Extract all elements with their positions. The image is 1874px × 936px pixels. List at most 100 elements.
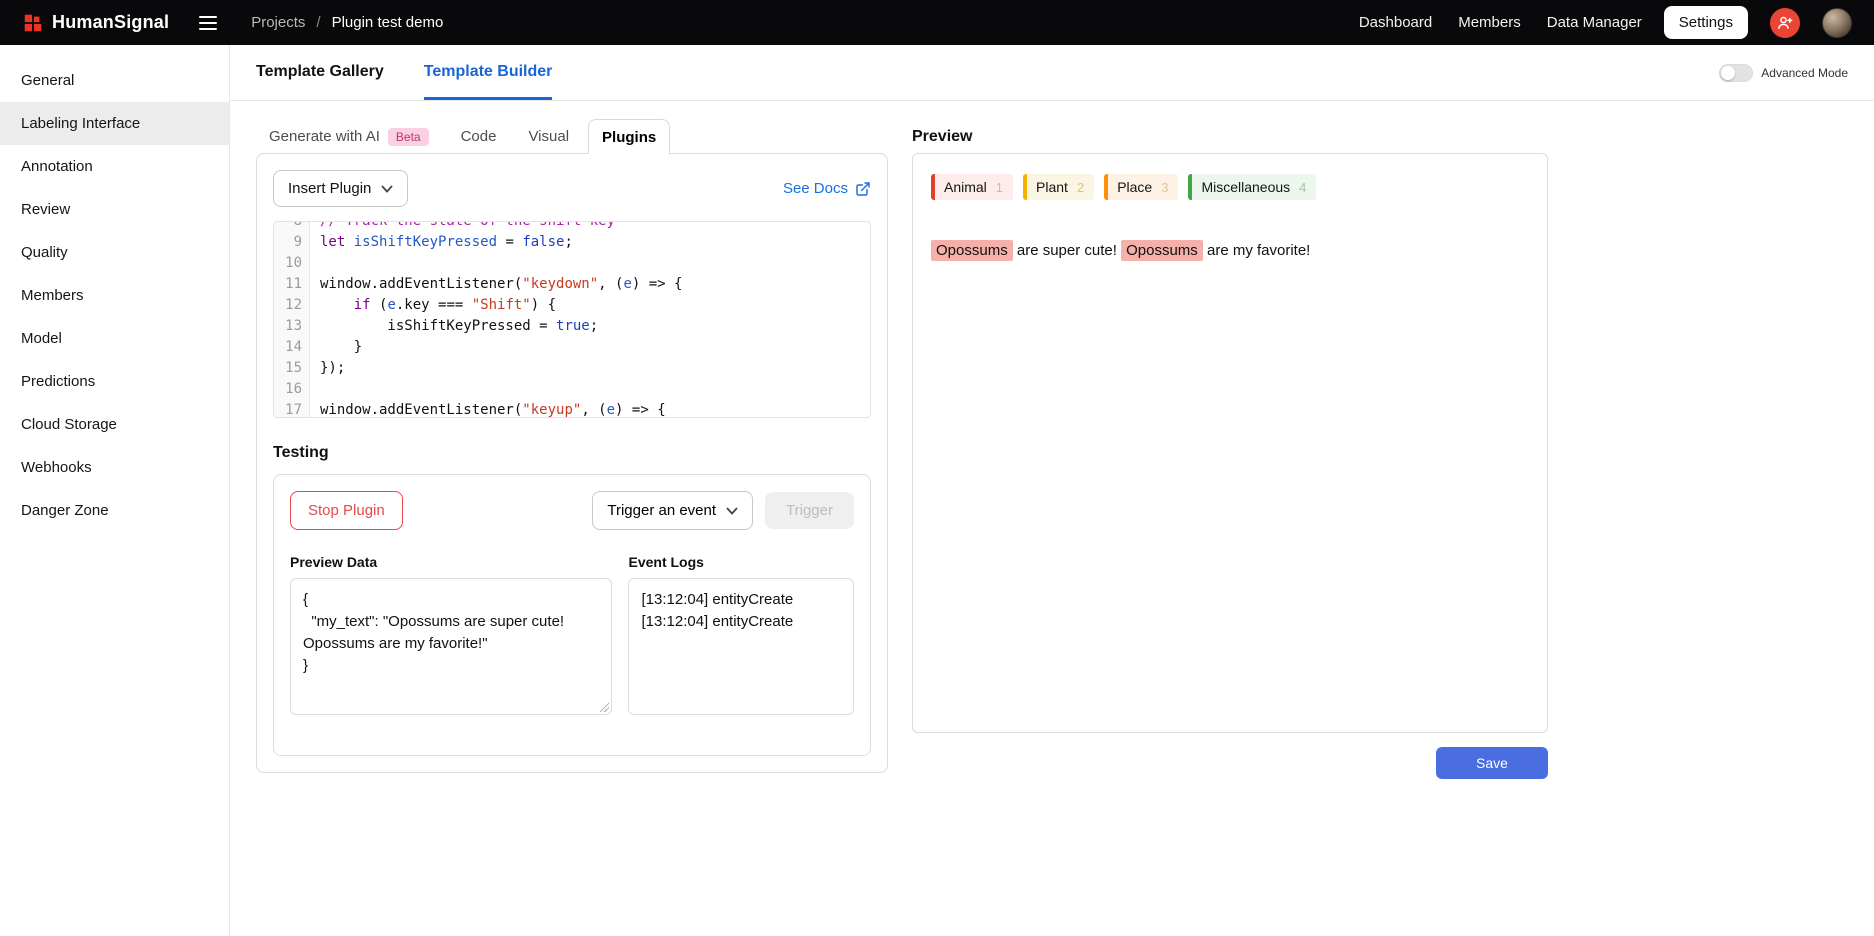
code-line: // Track the state of the shift key — [320, 221, 870, 232]
menu-icon[interactable] — [195, 12, 221, 34]
label-chip-count: 3 — [1161, 180, 1168, 195]
subtab-label: Generate with AI — [269, 128, 380, 145]
sidebar-item-webhooks[interactable]: Webhooks — [0, 446, 229, 489]
testing-title: Testing — [273, 444, 871, 462]
label-chip-plant[interactable]: Plant2 — [1023, 174, 1094, 200]
event-log-entry: [13:12:04] entityCreate — [641, 611, 841, 633]
advanced-mode-toggle[interactable] — [1719, 64, 1753, 82]
sidebar-item-predictions[interactable]: Predictions — [0, 360, 229, 403]
sidebar-item-cloud-storage[interactable]: Cloud Storage — [0, 403, 229, 446]
event-logs-title: Event Logs — [628, 554, 854, 570]
brand[interactable]: HumanSignal — [22, 12, 169, 34]
event-log-entry: [13:12:04] entityCreate — [641, 589, 841, 611]
subtab-code[interactable]: Code — [448, 119, 510, 154]
toggle-knob — [1721, 66, 1735, 80]
page-layout: GeneralLabeling InterfaceAnnotationRevie… — [0, 45, 1874, 936]
plugin-editor-card: Insert Plugin See Docs — [256, 153, 888, 773]
editor-line-number: 9 — [274, 232, 302, 253]
testing-controls: Stop Plugin Trigger an event Trigger — [290, 491, 854, 530]
trigger-button[interactable]: Trigger — [765, 492, 854, 529]
subtabs: Generate with AI Beta Code Visual Plugins — [256, 119, 888, 154]
preview-data-panel: Preview Data { "my_text": "Opossums are … — [290, 554, 612, 715]
subtab-generate-with-ai[interactable]: Generate with AI Beta — [256, 119, 442, 154]
label-chips: Animal1 Plant2 Place 3 Miscellaneous4 — [931, 174, 1529, 200]
event-logs-panel: Event Logs [13:12:04] entityCreate[13:12… — [628, 554, 854, 715]
insert-plugin-button[interactable]: Insert Plugin — [273, 170, 408, 207]
advanced-mode: Advanced Mode — [1719, 45, 1848, 100]
breadcrumb-projects[interactable]: Projects — [251, 14, 305, 31]
preview-column: Preview Animal1 Plant2 Place 3 Miscellaneous… — [912, 119, 1548, 779]
preview-data-title: Preview Data — [290, 554, 612, 570]
external-link-icon — [855, 181, 871, 197]
label-chip-count: 4 — [1299, 180, 1306, 195]
subtab-plugins[interactable]: Plugins — [588, 119, 670, 154]
label-chip-miscellaneous[interactable]: Miscellaneous4 — [1188, 174, 1316, 200]
code-line: isShiftKeyPressed = true; — [320, 316, 870, 337]
chevron-down-icon — [381, 185, 393, 193]
tab-template-builder[interactable]: Template Builder — [424, 45, 553, 100]
trigger-event-value: Trigger an event — [607, 502, 716, 519]
nav-members[interactable]: Members — [1458, 14, 1521, 31]
sidebar-item-model[interactable]: Model — [0, 317, 229, 360]
editor-inner: 891011121314151617 // Track the state of… — [274, 221, 870, 418]
save-button[interactable]: Save — [1436, 747, 1548, 779]
builder-column: Generate with AI Beta Code Visual Plugins In… — [256, 119, 888, 779]
sidebar-item-annotation[interactable]: Annotation — [0, 145, 229, 188]
code-line: window.addEventListener("keydown", (e) =… — [320, 274, 870, 295]
tab-template-gallery[interactable]: Template Gallery — [256, 45, 384, 100]
user-avatar[interactable] — [1822, 8, 1852, 38]
preview-data-box[interactable]: { "my_text": "Opossums are super cute! O… — [290, 578, 612, 715]
subtab-label: Code — [461, 128, 497, 145]
beta-badge: Beta — [388, 128, 429, 146]
nav-data-manager[interactable]: Data Manager — [1547, 14, 1642, 31]
humansignal-logo-icon — [22, 12, 44, 34]
label-chip-place[interactable]: Place 3 — [1104, 174, 1178, 200]
editor-toolbar: Insert Plugin See Docs — [273, 170, 871, 207]
subtab-label: Visual — [528, 128, 569, 145]
trigger-event-select[interactable]: Trigger an event — [592, 491, 753, 530]
stop-plugin-button[interactable]: Stop Plugin — [290, 491, 403, 530]
editor-line-number: 8 — [274, 221, 302, 232]
preview-text: Opossums are super cute! Opossums are my… — [931, 238, 1529, 264]
sidebar-item-general[interactable]: General — [0, 59, 229, 102]
sidebar: GeneralLabeling InterfaceAnnotationRevie… — [0, 45, 230, 936]
code-line: }); — [320, 358, 870, 379]
code-editor[interactable]: 891011121314151617 // Track the state of… — [273, 221, 871, 418]
preview-title: Preview — [912, 119, 1548, 154]
sidebar-item-danger-zone[interactable]: Danger Zone — [0, 489, 229, 532]
person-add-icon — [1776, 14, 1794, 32]
settings-button[interactable]: Settings — [1664, 6, 1748, 39]
editor-line-number: 13 — [274, 316, 302, 337]
label-chip-count: 2 — [1077, 180, 1084, 195]
subtab-visual[interactable]: Visual — [515, 119, 582, 154]
editor-line-number: 12 — [274, 295, 302, 316]
label-chip-count: 1 — [996, 180, 1003, 195]
label-chip-animal[interactable]: Animal1 — [931, 174, 1013, 200]
resize-handle[interactable] — [598, 701, 609, 712]
content-row: Generate with AI Beta Code Visual Plugins In… — [230, 101, 1874, 779]
nav-dashboard[interactable]: Dashboard — [1359, 14, 1432, 31]
invite-user-button[interactable] — [1770, 8, 1800, 38]
top-nav: Dashboard Members Data Manager — [1359, 14, 1642, 31]
main-content: Template Gallery Template Builder Advance… — [230, 45, 1874, 936]
code-line: if (e.key === "Shift") { — [320, 295, 870, 316]
sidebar-item-members[interactable]: Members — [0, 274, 229, 317]
editor-line-number: 16 — [274, 379, 302, 400]
topbar: HumanSignal Projects / Plugin test demo … — [0, 0, 1874, 45]
sidebar-item-quality[interactable]: Quality — [0, 231, 229, 274]
sidebar-item-labeling-interface[interactable]: Labeling Interface — [0, 102, 229, 145]
highlighted-span[interactable]: Opossums — [1121, 240, 1203, 261]
code-line: window.addEventListener("keyup", (e) => … — [320, 400, 870, 418]
editor-gutter: 891011121314151617 — [274, 221, 310, 418]
chevron-down-icon — [726, 507, 738, 515]
advanced-mode-label: Advanced Mode — [1761, 66, 1848, 80]
testing-panels: Preview Data { "my_text": "Opossums are … — [290, 554, 854, 715]
see-docs-link[interactable]: See Docs — [783, 180, 871, 197]
editor-line-number: 11 — [274, 274, 302, 295]
breadcrumb-current: Plugin test demo — [332, 14, 444, 31]
subtab-label: Plugins — [602, 129, 656, 146]
label-chip-text: Place — [1117, 179, 1152, 195]
code-line — [320, 253, 870, 274]
sidebar-item-review[interactable]: Review — [0, 188, 229, 231]
highlighted-span[interactable]: Opossums — [931, 240, 1013, 261]
